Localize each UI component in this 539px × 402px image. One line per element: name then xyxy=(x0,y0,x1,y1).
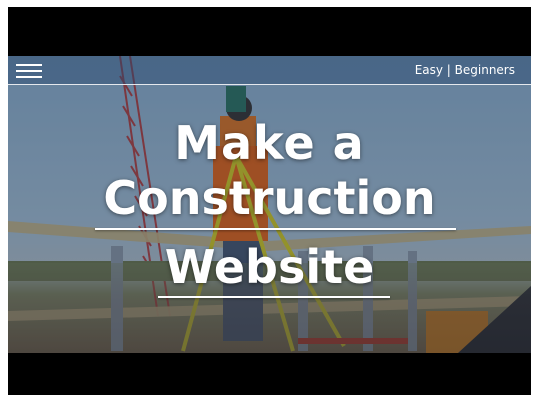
hamburger-menu-icon[interactable] xyxy=(16,64,42,78)
letterbox-top xyxy=(8,7,531,56)
video-thumbnail[interactable]: Easy | Beginners Make a Construction Web… xyxy=(8,56,531,353)
video-frame[interactable]: Easy | Beginners Make a Construction Web… xyxy=(8,7,531,395)
top-bar: Easy | Beginners xyxy=(8,56,531,85)
title-line-3: Website xyxy=(164,240,375,294)
title-line-1: Make a xyxy=(174,116,365,170)
letterbox-bottom xyxy=(8,353,531,395)
difficulty-label: Easy | Beginners xyxy=(414,63,515,77)
title-underline-2 xyxy=(158,296,390,298)
title-underline-1 xyxy=(95,228,456,230)
title-line-2: Construction xyxy=(103,171,436,225)
